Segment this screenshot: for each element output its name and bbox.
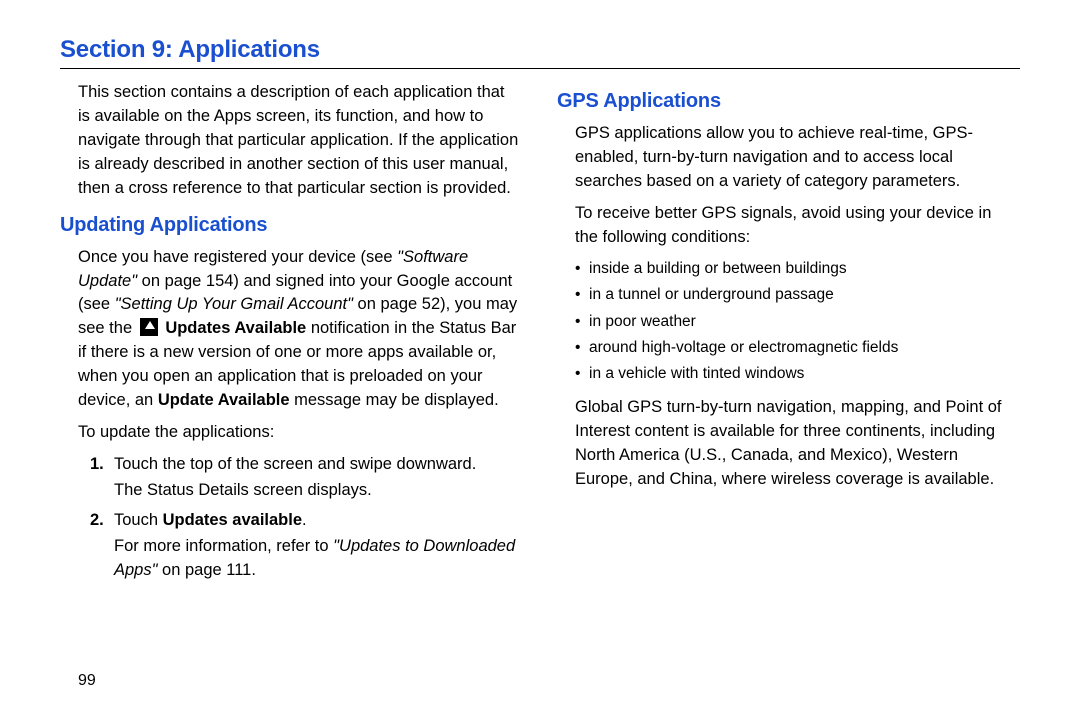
list-item: in poor weather <box>575 311 1020 333</box>
step-subtext: The Status Details screen displays. <box>114 479 523 503</box>
gps-heading: GPS Applications <box>557 87 1020 116</box>
section-title: Section 9: Applications <box>60 36 1020 64</box>
update-available-label: Update Available <box>158 391 290 409</box>
gps-paragraph-3: Global GPS turn-by-turn navigation, mapp… <box>557 396 1020 492</box>
play-store-icon <box>140 318 158 336</box>
list-item: in a vehicle with tinted windows <box>575 363 1020 385</box>
text: Once you have registered your device (se… <box>78 248 397 266</box>
gps-paragraph-2: To receive better GPS signals, avoid usi… <box>557 202 1020 250</box>
step-1: 1. Touch the top of the screen and swipe… <box>90 453 523 503</box>
updating-paragraph-2: To update the applications: <box>60 421 523 445</box>
gps-paragraph-1: GPS applications allow you to achieve re… <box>557 122 1020 194</box>
xref-gmail-setup: "Setting Up Your Gmail Account" <box>115 295 353 313</box>
left-column: This section contains a description of e… <box>60 81 523 589</box>
step-number: 2. <box>90 509 104 533</box>
update-steps: 1. Touch the top of the screen and swipe… <box>90 453 523 583</box>
step-number: 1. <box>90 453 104 477</box>
gps-conditions-list: inside a building or between buildings i… <box>575 258 1020 386</box>
list-item: inside a building or between buildings <box>575 258 1020 280</box>
updates-available-button-label: Updates available <box>163 511 302 529</box>
updating-paragraph-1: Once you have registered your device (se… <box>60 246 523 413</box>
updates-available-label: Updates Available <box>165 319 306 337</box>
list-item: in a tunnel or underground passage <box>575 284 1020 306</box>
step-text: Touch the top of the screen and swipe do… <box>114 455 476 473</box>
section-intro: This section contains a description of e… <box>60 81 523 201</box>
step-text: . <box>302 511 307 529</box>
text: on page 111. <box>157 561 255 579</box>
step-subtext: For more information, refer to "Updates … <box>114 535 523 583</box>
two-column-layout: This section contains a description of e… <box>60 81 1020 589</box>
title-rule <box>60 68 1020 69</box>
list-item: around high-voltage or electromagnetic f… <box>575 337 1020 359</box>
text: message may be displayed. <box>290 391 499 409</box>
step-2: 2. Touch Updates available. For more inf… <box>90 509 523 583</box>
updating-heading: Updating Applications <box>60 211 523 240</box>
manual-page: Section 9: Applications This section con… <box>0 0 1080 589</box>
step-text: Touch <box>114 511 163 529</box>
text: For more information, refer to <box>114 537 333 555</box>
page-number: 99 <box>78 672 96 690</box>
right-column: GPS Applications GPS applications allow … <box>557 81 1020 589</box>
